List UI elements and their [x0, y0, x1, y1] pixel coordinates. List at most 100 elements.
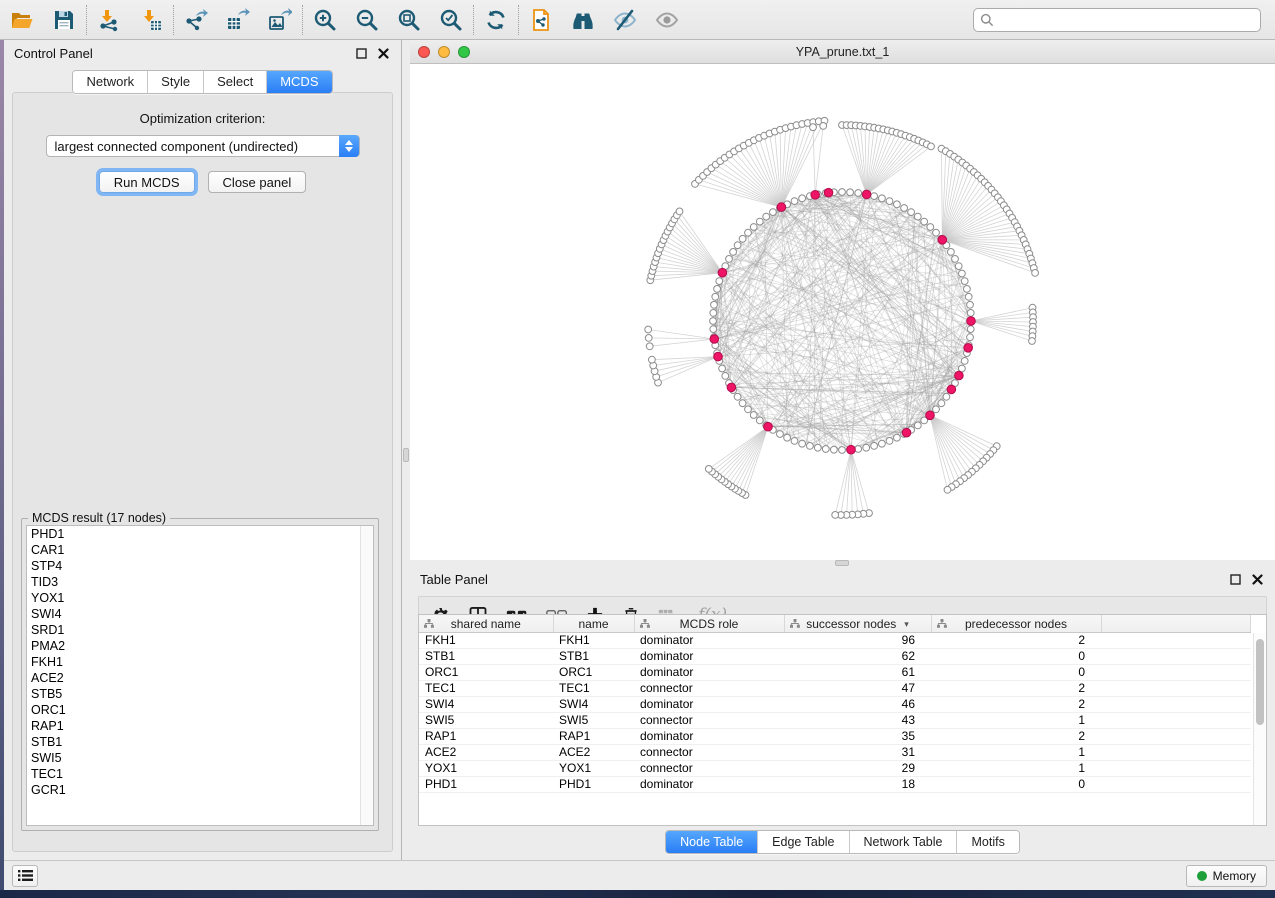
- table-cell[interactable]: SWI4: [419, 696, 553, 712]
- table-row[interactable]: ORC1ORC1dominator610: [419, 664, 1251, 680]
- mcds-result-list[interactable]: PHD1CAR1STP4TID3YOX1SWI4SRD1PMA2FKH1ACE2…: [26, 525, 374, 826]
- table-cell[interactable]: dominator: [634, 696, 784, 712]
- mcds-result-node[interactable]: ACE2: [27, 670, 373, 686]
- network-graph[interactable]: [410, 64, 1275, 560]
- table-cell[interactable]: 1: [931, 744, 1101, 760]
- table-cell[interactable]: ACE2: [553, 744, 634, 760]
- table-cell[interactable]: dominator: [634, 632, 784, 648]
- mcds-result-node[interactable]: RAP1: [27, 718, 373, 734]
- mcds-result-node[interactable]: SWI4: [27, 606, 373, 622]
- close-mcds-panel-button[interactable]: Close panel: [208, 171, 307, 193]
- table-cell[interactable]: 2: [931, 696, 1101, 712]
- table-cell[interactable]: 29: [784, 760, 931, 776]
- table-scrollbar[interactable]: [1253, 633, 1266, 825]
- tab-style[interactable]: Style: [148, 71, 204, 93]
- mcds-result-node[interactable]: SWI5: [27, 750, 373, 766]
- table-cell[interactable]: dominator: [634, 648, 784, 664]
- mcds-result-node[interactable]: PHD1: [27, 526, 373, 542]
- float-panel-button[interactable]: [353, 45, 369, 61]
- table-cell[interactable]: ORC1: [419, 664, 553, 680]
- table-cell[interactable]: 96: [784, 632, 931, 648]
- table-cell[interactable]: 2: [931, 632, 1101, 648]
- open-file-button[interactable]: [8, 6, 36, 34]
- table-row[interactable]: TEC1TEC1connector472: [419, 680, 1251, 696]
- memory-button[interactable]: Memory: [1186, 865, 1267, 887]
- export-network-button[interactable]: [182, 6, 210, 34]
- table-cell[interactable]: RAP1: [553, 728, 634, 744]
- mcds-result-node[interactable]: TID3: [27, 574, 373, 590]
- show-panel-button[interactable]: [653, 6, 681, 34]
- table-cell[interactable]: 0: [931, 776, 1101, 792]
- zoom-selected-button[interactable]: [437, 6, 465, 34]
- search-network-button[interactable]: [569, 6, 597, 34]
- table-cell[interactable]: YOX1: [553, 760, 634, 776]
- mcds-result-node[interactable]: TEC1: [27, 766, 373, 782]
- column-header-predecessor-nodes[interactable]: predecessor nodes: [931, 615, 1101, 632]
- column-header-shared-name[interactable]: shared name: [419, 615, 553, 632]
- tab-network[interactable]: Network: [73, 71, 148, 93]
- table-cell[interactable]: 35: [784, 728, 931, 744]
- table-cell[interactable]: connector: [634, 760, 784, 776]
- table-cell[interactable]: FKH1: [553, 632, 634, 648]
- table-cell[interactable]: STB1: [553, 648, 634, 664]
- window-minimize-icon[interactable]: [438, 46, 450, 58]
- network-canvas[interactable]: [410, 64, 1275, 560]
- table-cell[interactable]: 2: [931, 728, 1101, 744]
- export-image-button[interactable]: [266, 6, 294, 34]
- mcds-result-node[interactable]: ORC1: [27, 702, 373, 718]
- table-cell[interactable]: 62: [784, 648, 931, 664]
- search-input[interactable]: [973, 8, 1261, 32]
- table-row[interactable]: PHD1PHD1dominator180: [419, 776, 1251, 792]
- zoom-fit-button[interactable]: [395, 6, 423, 34]
- table-cell[interactable]: SWI4: [553, 696, 634, 712]
- table-cell[interactable]: 46: [784, 696, 931, 712]
- table-row[interactable]: YOX1YOX1connector291: [419, 760, 1251, 776]
- import-table-button[interactable]: [137, 6, 165, 34]
- table-cell[interactable]: PHD1: [553, 776, 634, 792]
- node-table[interactable]: shared namenameMCDS rolesuccessor nodes▾…: [419, 615, 1251, 793]
- table-cell[interactable]: connector: [634, 744, 784, 760]
- table-cell[interactable]: YOX1: [419, 760, 553, 776]
- window-maximize-icon[interactable]: [458, 46, 470, 58]
- tab-edge-table[interactable]: Edge Table: [758, 831, 849, 853]
- column-header-MCDS-role[interactable]: MCDS role: [634, 615, 784, 632]
- column-header-successor-nodes[interactable]: successor nodes▾: [784, 615, 931, 632]
- splitter-grip[interactable]: [403, 448, 409, 462]
- close-table-panel-button[interactable]: [1249, 571, 1265, 587]
- tab-mcds[interactable]: MCDS: [267, 71, 331, 93]
- mcds-result-node[interactable]: CAR1: [27, 542, 373, 558]
- zoom-out-button[interactable]: [353, 6, 381, 34]
- float-table-panel-button[interactable]: [1227, 571, 1243, 587]
- table-cell[interactable]: 0: [931, 648, 1101, 664]
- table-cell[interactable]: TEC1: [553, 680, 634, 696]
- refresh-view-button[interactable]: [482, 6, 510, 34]
- zoom-in-button[interactable]: [311, 6, 339, 34]
- table-row[interactable]: SWI4SWI4dominator462: [419, 696, 1251, 712]
- table-cell[interactable]: SWI5: [553, 712, 634, 728]
- table-cell[interactable]: FKH1: [419, 632, 553, 648]
- export-table-button[interactable]: [224, 6, 252, 34]
- table-cell[interactable]: dominator: [634, 664, 784, 680]
- tab-motifs[interactable]: Motifs: [957, 831, 1018, 853]
- table-cell[interactable]: 47: [784, 680, 931, 696]
- hide-panel-button[interactable]: [611, 6, 639, 34]
- table-cell[interactable]: PHD1: [419, 776, 553, 792]
- save-session-button[interactable]: [50, 6, 78, 34]
- table-cell[interactable]: connector: [634, 680, 784, 696]
- table-cell[interactable]: 61: [784, 664, 931, 680]
- mcds-result-node[interactable]: STP4: [27, 558, 373, 574]
- mcds-result-node[interactable]: STB1: [27, 734, 373, 750]
- mcds-result-node[interactable]: SRD1: [27, 622, 373, 638]
- table-cell[interactable]: 2: [931, 680, 1101, 696]
- mcds-result-node[interactable]: STB5: [27, 686, 373, 702]
- mcds-result-node[interactable]: FKH1: [27, 654, 373, 670]
- mcds-result-node[interactable]: GCR1: [27, 782, 373, 798]
- vertical-splitter[interactable]: [402, 40, 410, 860]
- table-cell[interactable]: 43: [784, 712, 931, 728]
- mcds-result-node[interactable]: YOX1: [27, 590, 373, 606]
- run-mcds-button[interactable]: Run MCDS: [99, 171, 195, 193]
- optimization-criterion-select[interactable]: largest connected component (undirected): [46, 135, 360, 157]
- tab-network-table[interactable]: Network Table: [850, 831, 958, 853]
- column-header-name[interactable]: name: [553, 615, 634, 632]
- table-cell[interactable]: 1: [931, 760, 1101, 776]
